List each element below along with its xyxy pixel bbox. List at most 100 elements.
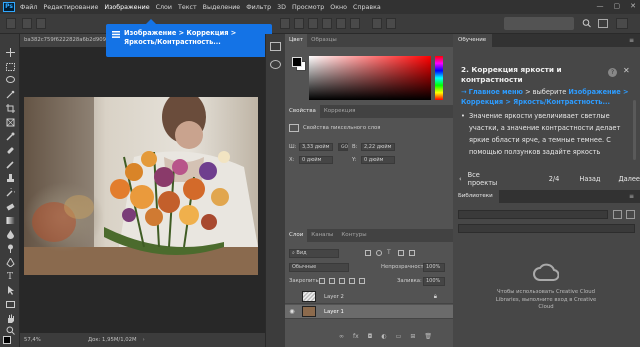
option-button[interactable]	[308, 18, 318, 29]
document-image[interactable]	[24, 97, 258, 275]
hand-tool-icon[interactable]	[5, 314, 15, 323]
library-select[interactable]	[458, 210, 608, 219]
lasso-tool-icon[interactable]	[5, 76, 15, 85]
healing-brush-tool-icon[interactable]	[5, 146, 15, 155]
menu-window[interactable]: Окно	[330, 4, 347, 11]
chevron-left-icon[interactable]: ‹	[459, 175, 462, 183]
menu-file[interactable]: Файл	[20, 4, 37, 11]
layer-name[interactable]: Layer 1	[324, 309, 344, 315]
all-projects-link[interactable]: Все проекты	[468, 171, 511, 187]
tab-libraries[interactable]: Библиотеки	[453, 190, 499, 203]
type-tool-icon[interactable]: T	[5, 272, 15, 282]
adjustments-icon[interactable]	[270, 60, 281, 69]
menu-view[interactable]: Просмотр	[292, 4, 324, 11]
layer-row-2[interactable]: Layer 2 🔒︎	[285, 290, 453, 304]
lock-transparency-icon[interactable]	[319, 278, 325, 284]
help-icon[interactable]: ?	[608, 68, 617, 77]
option-button[interactable]	[22, 18, 32, 29]
foreground-swatch[interactable]	[292, 57, 302, 67]
close-icon[interactable]: ✕	[630, 2, 636, 10]
close-icon[interactable]: ✕	[623, 66, 630, 75]
quick-select-tool-icon[interactable]	[5, 90, 15, 99]
layer-name[interactable]: Layer 2	[324, 294, 344, 300]
main-menu-link[interactable]: Главное меню	[469, 88, 523, 96]
frame-tool-icon[interactable]	[5, 118, 15, 127]
shape-filter-icon[interactable]	[398, 250, 404, 256]
lock-artboard-icon[interactable]	[349, 278, 355, 284]
fill-field[interactable]: 100%	[423, 277, 445, 286]
back-button[interactable]: Назад	[579, 175, 600, 183]
tab-paths[interactable]: Контуры	[337, 229, 370, 242]
clone-stamp-tool-icon[interactable]	[5, 174, 15, 183]
pen-tool-icon[interactable]	[5, 258, 15, 267]
dodge-tool-icon[interactable]	[5, 244, 15, 253]
search-field[interactable]	[504, 17, 574, 30]
tab-channels[interactable]: Каналы	[307, 229, 337, 242]
option-button[interactable]	[280, 18, 290, 29]
option-button[interactable]	[350, 18, 360, 29]
color-field[interactable]	[309, 56, 431, 100]
menu-filter[interactable]: Фильтр	[246, 4, 271, 11]
crop-tool-icon[interactable]	[5, 104, 15, 113]
tab-adjustments[interactable]: Коррекция	[320, 105, 360, 118]
group-icon[interactable]: ▭	[396, 333, 402, 340]
link-layers-icon[interactable]: ∞	[339, 333, 344, 340]
marquee-tool-icon[interactable]	[5, 62, 15, 71]
foreground-color-swatch[interactable]	[3, 336, 11, 344]
tab-swatches[interactable]: Образцы	[307, 34, 341, 47]
menu-image[interactable]: Изображение	[104, 4, 149, 11]
menu-layers[interactable]: Слои	[156, 4, 172, 11]
opacity-field[interactable]: 100%	[423, 263, 445, 272]
menu-3d[interactable]: 3D	[277, 4, 286, 11]
workspace-icon[interactable]	[598, 19, 608, 28]
tab-color[interactable]: Цвет	[285, 34, 308, 47]
new-layer-icon[interactable]: ⊞	[410, 333, 415, 340]
menu-select[interactable]: Выделение	[203, 4, 241, 11]
lock-all-icon[interactable]	[359, 278, 365, 284]
minimize-icon[interactable]: —	[597, 2, 604, 10]
lock-position-icon[interactable]	[339, 278, 345, 284]
tab-properties[interactable]: Свойства	[285, 105, 320, 118]
maximize-icon[interactable]: ▢	[614, 2, 621, 10]
menu-help[interactable]: Справка	[353, 4, 381, 11]
delete-layer-icon[interactable]: 🗑︎	[424, 333, 432, 340]
move-tool-icon[interactable]	[5, 48, 15, 57]
share-icon[interactable]	[616, 18, 628, 29]
y-field[interactable]: 0 дюйм	[361, 156, 395, 164]
gradient-tool-icon[interactable]	[5, 216, 15, 225]
library-search-input[interactable]	[458, 224, 635, 233]
option-button[interactable]	[322, 18, 332, 29]
grid-view-icon[interactable]	[613, 210, 622, 219]
layer-filter-select[interactable]: ⌕ Вид	[289, 249, 339, 258]
blur-tool-icon[interactable]	[5, 230, 15, 239]
rectangle-tool-icon[interactable]	[5, 300, 15, 309]
lock-pixels-icon[interactable]	[329, 278, 335, 284]
zoom-level[interactable]: 57,4%	[24, 337, 52, 343]
eye-icon[interactable]: ◉	[285, 308, 299, 315]
adjustment-filter-icon[interactable]	[376, 250, 382, 256]
history-brush-tool-icon[interactable]	[5, 188, 15, 197]
height-field[interactable]: 2,22 дюйм	[361, 143, 395, 151]
status-arrow-icon[interactable]: ›	[143, 337, 145, 343]
history-icon[interactable]	[270, 42, 281, 51]
list-view-icon[interactable]	[626, 210, 635, 219]
search-icon[interactable]	[582, 18, 592, 29]
hue-slider[interactable]	[435, 56, 443, 100]
option-button[interactable]	[386, 18, 396, 29]
option-button[interactable]	[336, 18, 346, 29]
brush-tool-icon[interactable]	[5, 160, 15, 169]
eyedropper-tool-icon[interactable]	[5, 132, 15, 141]
scrollbar[interactable]	[633, 100, 636, 160]
panel-menu-icon[interactable]: ≡	[629, 193, 634, 200]
pixel-filter-icon[interactable]	[365, 250, 371, 256]
tab-layers[interactable]: Слои	[285, 229, 308, 242]
option-button[interactable]	[372, 18, 382, 29]
smart-object-filter-icon[interactable]	[409, 250, 415, 256]
menu-type[interactable]: Текст	[178, 4, 197, 11]
adjustment-layer-icon[interactable]: ◐	[381, 333, 386, 340]
layer-style-icon[interactable]: fx	[353, 333, 359, 340]
mask-icon[interactable]: ◘	[368, 333, 373, 340]
next-button[interactable]: Далее	[618, 175, 640, 183]
x-field[interactable]: 0 дюйм	[299, 156, 333, 164]
option-button[interactable]	[294, 18, 304, 29]
